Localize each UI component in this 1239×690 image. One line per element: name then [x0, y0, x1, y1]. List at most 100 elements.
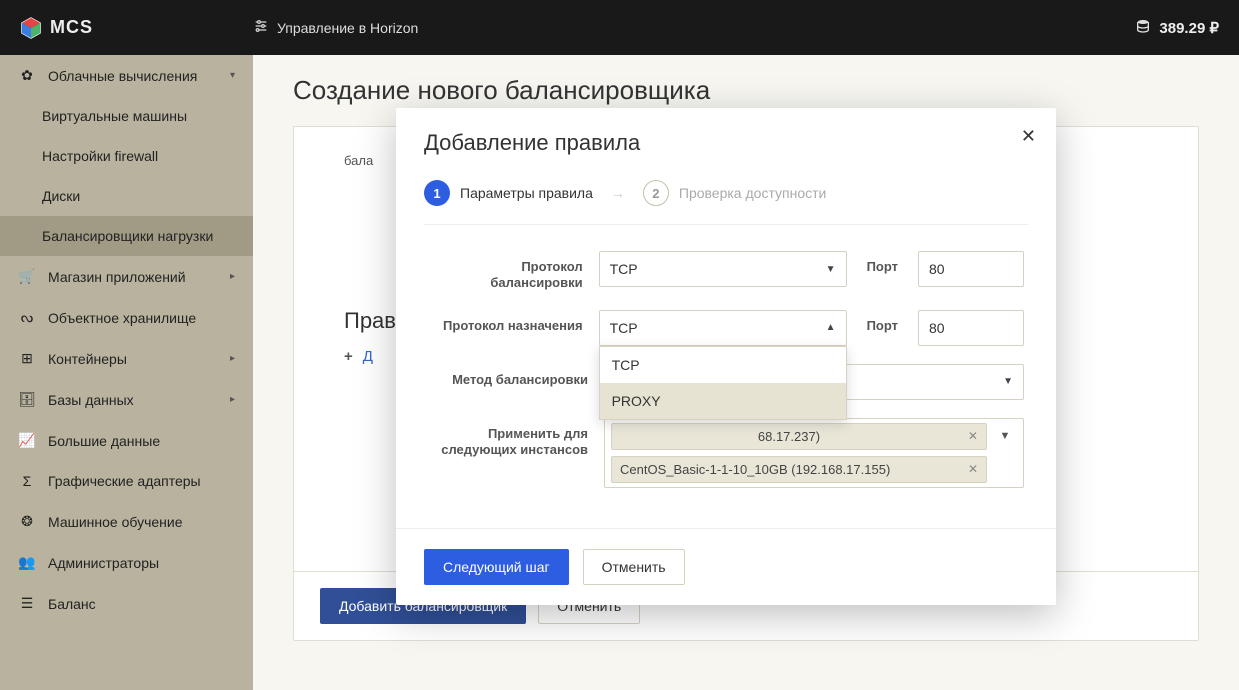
- stack-icon: [1135, 18, 1151, 38]
- chip-text: 68.17.237): [758, 429, 820, 444]
- sidebar-item-firewall[interactable]: Настройки firewall: [0, 136, 253, 176]
- option-proxy[interactable]: PROXY: [600, 383, 846, 419]
- input-port-2[interactable]: [918, 310, 1024, 346]
- row-proto-bal: Протокол балансировки TCP ▼ Порт: [428, 251, 1024, 292]
- sidebar-item-apps[interactable]: 🛒 Магазин приложений ▸: [0, 256, 253, 297]
- balance-text: 389.29 ₽: [1159, 19, 1219, 37]
- step-1[interactable]: 1 Параметры правила: [424, 180, 593, 206]
- chevron-up-icon: ▲: [826, 322, 836, 333]
- label-port-2: Порт: [867, 310, 898, 333]
- page-title: Создание нового балансировщика: [293, 75, 1199, 106]
- sidebar-item-databases[interactable]: 🗄 Базы данных ▸: [0, 379, 253, 420]
- chevron-down-icon: ▼: [826, 264, 836, 275]
- next-step-button[interactable]: Следующий шаг: [424, 549, 569, 585]
- chevron-right-icon: ▸: [230, 271, 235, 282]
- rule-form: Протокол балансировки TCP ▼ Порт Протоко…: [424, 225, 1028, 488]
- logo-cube-icon: [20, 17, 42, 39]
- chevron-right-icon: ▸: [230, 353, 235, 364]
- sidebar-item-label: Виртуальные машины: [42, 108, 187, 124]
- label-method: Метод балансировки: [428, 364, 588, 388]
- chip-remove-icon[interactable]: ✕: [968, 429, 978, 443]
- brand-text: MCS: [50, 17, 93, 38]
- step-2-label: Проверка доступности: [679, 185, 826, 201]
- cart-icon: 🛒: [18, 268, 36, 285]
- add-rule-text: Д: [363, 348, 373, 365]
- sidebar-item-balance[interactable]: ☰ Баланс: [0, 583, 253, 624]
- sidebar-item-ml[interactable]: ❂ Машинное обучение: [0, 501, 253, 542]
- select-value: TCP: [610, 320, 638, 336]
- sidebar-item-vms[interactable]: Виртуальные машины: [0, 96, 253, 136]
- admin-icon: 👥: [18, 554, 36, 571]
- coins-icon: ☰: [18, 595, 36, 612]
- chevron-down-icon: ▼: [993, 430, 1017, 442]
- sidebar-item-label: Настройки firewall: [42, 148, 158, 164]
- wizard-steps: 1 Параметры правила → 2 Проверка доступн…: [424, 156, 1028, 225]
- chevron-down-icon: ▼: [1003, 376, 1013, 387]
- horizon-link[interactable]: Управление в Horizon: [253, 18, 418, 37]
- select-instances[interactable]: 68.17.237) ✕ ▼ CentOS_Basic-1-1-10_10GB …: [604, 418, 1024, 488]
- sidebar-item-label: Графические адаптеры: [48, 473, 201, 489]
- arrow-right-icon: →: [611, 185, 625, 201]
- sidebar-item-cloud[interactable]: ✿ Облачные вычисления ▾: [0, 55, 253, 96]
- sidebar-item-loadbalancers[interactable]: Балансировщики нагрузки: [0, 216, 253, 256]
- row-instances: Применить для следующих инстансов 68.17.…: [428, 418, 1024, 488]
- sliders-icon: [253, 18, 269, 37]
- option-tcp[interactable]: TCP: [600, 347, 846, 383]
- select-proto-bal[interactable]: TCP ▼: [599, 251, 847, 287]
- chevron-right-icon: ▸: [230, 394, 235, 405]
- modal-actions: Следующий шаг Отменить: [396, 528, 1056, 605]
- storage-icon: ᔓ: [18, 309, 36, 326]
- sidebar-item-label: Баланс: [48, 596, 96, 612]
- instance-chip-1[interactable]: 68.17.237) ✕: [611, 423, 987, 450]
- sidebar-item-storage[interactable]: ᔓ Объектное хранилище: [0, 297, 253, 338]
- sidebar-item-label: Администраторы: [48, 555, 159, 571]
- database-icon: 🗄: [18, 391, 36, 408]
- sidebar-item-label: Контейнеры: [48, 351, 127, 367]
- sidebar-item-label: Диски: [42, 188, 80, 204]
- gear2-icon: ❂: [18, 513, 36, 530]
- sidebar-item-label: Магазин приложений: [48, 269, 186, 285]
- step-2-number: 2: [643, 180, 669, 206]
- modal-cancel-button[interactable]: Отменить: [583, 549, 685, 585]
- sidebar-item-gpu[interactable]: Σ Графические адаптеры: [0, 461, 253, 501]
- sidebar-item-label: Облачные вычисления: [48, 68, 197, 84]
- sidebar-item-label: Базы данных: [48, 392, 134, 408]
- logo[interactable]: MCS: [20, 17, 93, 39]
- sidebar-item-disks[interactable]: Диски: [0, 176, 253, 216]
- sidebar-item-containers[interactable]: ⊞ Контейнеры ▸: [0, 338, 253, 379]
- sidebar-item-label: Машинное обучение: [48, 514, 183, 530]
- label-proto-dest: Протокол назначения: [428, 310, 583, 334]
- close-icon[interactable]: ✕: [1021, 126, 1036, 147]
- dropdown-proto-dest: TCP PROXY: [599, 346, 847, 420]
- add-rule-modal: ✕ Добавление правила 1 Параметры правила…: [396, 108, 1056, 605]
- cloud-icon: ✿: [18, 67, 36, 84]
- modal-body: Добавление правила 1 Параметры правила →…: [396, 108, 1056, 528]
- label-instances: Применить для следующих инстансов: [428, 418, 588, 459]
- sidebar-item-label: Большие данные: [48, 433, 160, 449]
- row-proto-dest: Протокол назначения TCP ▲ TCP PROXY Порт: [428, 310, 1024, 346]
- horizon-label: Управление в Horizon: [277, 20, 418, 36]
- step-2[interactable]: 2 Проверка доступности: [643, 180, 826, 206]
- sidebar-item-label: Балансировщики нагрузки: [42, 228, 213, 244]
- sidebar-item-admins[interactable]: 👥 Администраторы: [0, 542, 253, 583]
- topbar: MCS Управление в Horizon 389.29 ₽: [0, 0, 1239, 55]
- instance-chip-2[interactable]: CentOS_Basic-1-1-10_10GB (192.168.17.155…: [611, 456, 987, 483]
- sidebar: ✿ Облачные вычисления ▾ Виртуальные маши…: [0, 55, 253, 690]
- select-value: TCP: [610, 261, 638, 277]
- chip-text: CentOS_Basic-1-1-10_10GB (192.168.17.155…: [620, 462, 890, 477]
- step-1-label: Параметры правила: [460, 185, 593, 201]
- sidebar-item-bigdata[interactable]: 📈 Большие данные: [0, 420, 253, 461]
- chip-remove-icon[interactable]: ✕: [968, 462, 978, 476]
- step-1-number: 1: [424, 180, 450, 206]
- balance-display[interactable]: 389.29 ₽: [1135, 18, 1219, 38]
- modal-title: Добавление правила: [424, 130, 1028, 156]
- label-port-1: Порт: [867, 251, 898, 274]
- plus-icon: +: [344, 348, 353, 365]
- sidebar-item-label: Объектное хранилище: [48, 310, 196, 326]
- chart-icon: 📈: [18, 432, 36, 449]
- sigma-icon: Σ: [18, 473, 36, 489]
- label-proto-bal: Протокол балансировки: [428, 251, 583, 292]
- select-proto-dest[interactable]: TCP ▲ TCP PROXY: [599, 310, 847, 346]
- chevron-down-icon: ▾: [230, 70, 235, 81]
- input-port-1[interactable]: [918, 251, 1024, 287]
